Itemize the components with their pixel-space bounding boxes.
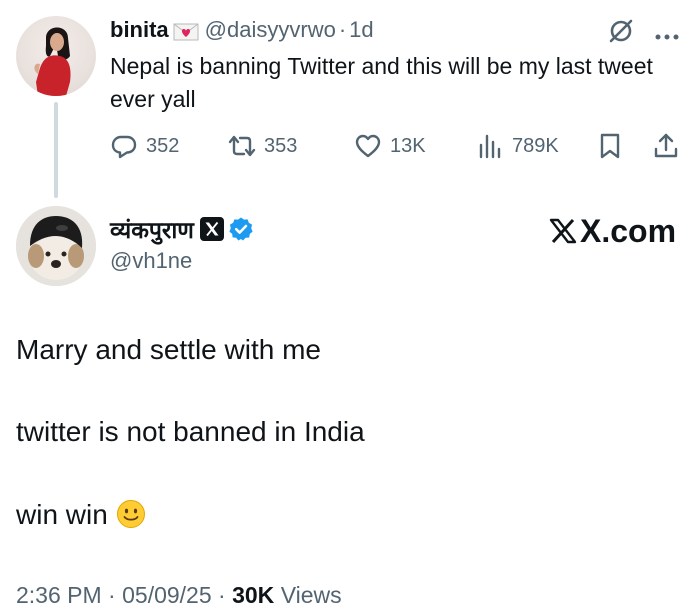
views-icon — [479, 134, 501, 159]
display-name[interactable]: व्यंकपुराण — [110, 213, 194, 245]
reply-button[interactable]: 352 — [110, 130, 179, 162]
tweet-date[interactable]: 05/09/25 — [122, 582, 212, 608]
share-icon — [654, 133, 678, 158]
bookmark-icon — [600, 133, 620, 159]
timestamp[interactable]: 1d — [349, 17, 373, 43]
x-logo-icon — [199, 217, 224, 241]
x-logo-icon — [549, 218, 577, 244]
like-icon — [355, 134, 381, 158]
repost-button[interactable]: 353 — [228, 130, 297, 162]
display-name[interactable]: binita — [110, 17, 169, 43]
tweet-text: win win — [16, 499, 108, 530]
thread-line — [54, 102, 58, 198]
handle[interactable]: @daisyyvrwo — [205, 17, 336, 43]
action-bar: 352 353 13K 789K — [110, 130, 690, 162]
smiley-icon — [116, 499, 146, 529]
tweet-time[interactable]: 2:36 PM — [16, 582, 102, 608]
repost-icon — [228, 135, 256, 157]
repost-count: 353 — [264, 134, 298, 157]
verified-icon[interactable] — [228, 216, 254, 242]
watermark-text: X.com — [580, 212, 677, 249]
separator: · — [218, 582, 226, 608]
views-count: 789K — [512, 134, 559, 157]
more-icon[interactable] — [654, 28, 680, 40]
avatar[interactable] — [16, 206, 96, 286]
envelope-heart-icon — [173, 21, 199, 41]
reply-icon — [111, 135, 137, 159]
like-count: 13K — [390, 134, 426, 157]
tweet-header: व्यंकपुराण — [110, 212, 254, 246]
separator: · — [108, 582, 116, 608]
reply-count: 352 — [146, 134, 180, 157]
tweet-meta: 2:36 PM · 05/09/25 · 30K Views — [16, 582, 342, 609]
separator: · — [338, 17, 347, 42]
like-button[interactable]: 13K — [354, 130, 426, 162]
tweet-header: binita @daisyyvrwo · 1d — [110, 16, 374, 44]
views-button[interactable]: 789K — [476, 130, 559, 162]
tweet-text-line-2: twitter is not banned in India — [16, 416, 365, 447]
parent-tweet[interactable]: binita @daisyyvrwo · 1d Nepal is banning… — [0, 0, 700, 200]
avatar[interactable] — [16, 16, 96, 96]
tweet-text-line-1: Marry and settle with me — [16, 334, 321, 365]
handle[interactable]: @vh1ne — [110, 248, 192, 274]
tweet-text: Nepal is banning Twitter and this will b… — [110, 53, 653, 112]
grok-slash-icon[interactable] — [608, 18, 634, 44]
share-button[interactable] — [652, 130, 680, 162]
bookmark-button[interactable] — [596, 130, 624, 162]
views-count: 30K — [232, 582, 275, 608]
x-watermark: X.com — [548, 210, 676, 252]
views-label: Views — [280, 582, 342, 608]
tweet-text-line-3: win win — [16, 499, 146, 531]
